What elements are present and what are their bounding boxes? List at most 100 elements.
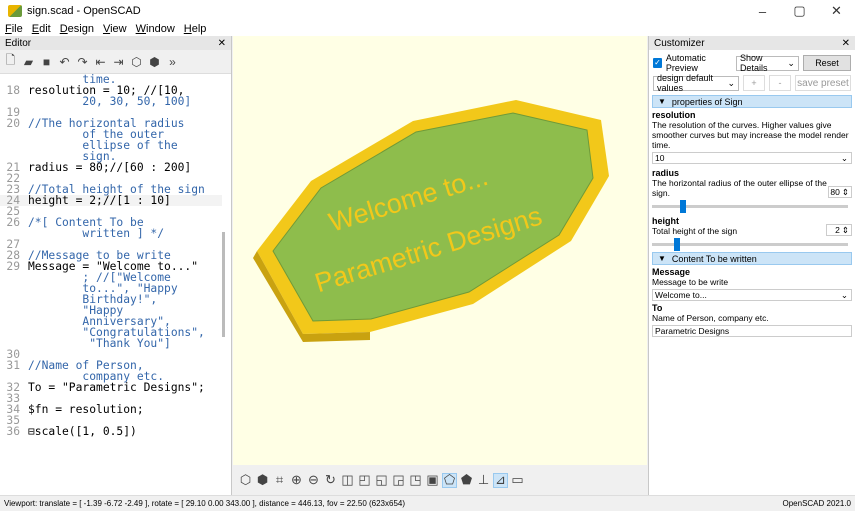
message-description: Message to be write <box>652 277 729 287</box>
indent-icon[interactable]: ⇥ <box>112 55 125 69</box>
view-left-icon[interactable]: ◲ <box>391 472 406 488</box>
radius-description: The horizontal radius of the outer ellip… <box>652 178 827 198</box>
line-number: 29 <box>6 260 20 273</box>
preview-icon[interactable]: ⬡ <box>238 472 253 488</box>
code-line[interactable]: 32 To = "Parametric Designs"; <box>0 382 222 393</box>
editor-close-button[interactable]: ✕ <box>218 38 226 49</box>
preview-icon[interactable]: ⬡ <box>130 55 143 69</box>
render-icon[interactable]: ⬢ <box>255 472 270 488</box>
line-number <box>0 305 28 316</box>
to-label: To <box>652 303 663 313</box>
chevron-down-icon: ⌄ <box>727 77 735 88</box>
view-front-icon[interactable]: ◳ <box>408 472 423 488</box>
view-right-icon[interactable]: ◫ <box>340 472 355 488</box>
code-line[interactable]: "Thank You"] <box>0 338 222 349</box>
render-icon[interactable]: ⬢ <box>148 55 161 69</box>
code-line[interactable]: 34 $fn = resolution; <box>0 404 222 415</box>
code-line[interactable]: 24 height = 2;//[1 : 10] <box>0 195 222 206</box>
customizer-header: Customizer ✕ <box>649 36 855 50</box>
height-slider[interactable] <box>652 237 848 251</box>
preset-select[interactable]: design default values ⌄ <box>653 73 739 93</box>
code-text: "Thank You"] <box>28 337 171 350</box>
triangle-down-icon: ▼ <box>658 254 666 263</box>
radius-label: radius <box>652 168 680 178</box>
show-axes-icon[interactable]: ⊥ <box>476 472 491 488</box>
perspective-icon[interactable]: ⬠ <box>442 472 457 488</box>
unindent-icon[interactable]: ⇤ <box>94 55 107 69</box>
minimize-button[interactable]: – <box>744 0 781 22</box>
radius-slider-thumb[interactable] <box>680 199 687 213</box>
section-header[interactable]: ▼ properties of Sign <box>652 95 852 108</box>
menu-help[interactable]: Help <box>184 23 207 35</box>
message-label: Message <box>652 267 691 277</box>
viewport-status: Viewport: translate = [ -1.39 -6.72 -2.4… <box>4 499 406 508</box>
status-bar: Viewport: translate = [ -1.39 -6.72 -2.4… <box>0 495 855 511</box>
view-all-icon[interactable]: ⌗ <box>272 472 287 488</box>
save-icon[interactable]: ■ <box>40 55 53 69</box>
automatic-preview-checkbox[interactable]: ✓ <box>653 58 662 68</box>
section-properties-of-sign: ▼ properties of Sign resolution The resol… <box>652 95 852 251</box>
editor-header: Editor ✕ <box>0 36 231 50</box>
customizer-close-button[interactable]: ✕ <box>842 38 850 49</box>
redo-icon[interactable]: ↷ <box>76 55 89 69</box>
show-scale-icon[interactable]: ⊿ <box>493 472 508 488</box>
radius-spinbox[interactable]: 80 ⇕ <box>828 186 852 198</box>
sign-render: Welcome to... Parametric Designs <box>253 100 609 342</box>
code-text: radius = 80;//[60 : 200] <box>28 161 192 174</box>
new-file-icon[interactable]: 🗋 <box>4 53 17 68</box>
resolution-description: The resolution of the curves. Higher val… <box>652 120 849 150</box>
zoom-out-icon[interactable]: ⊖ <box>306 472 321 488</box>
menu-edit[interactable]: Edit <box>32 23 51 35</box>
remove-preset-button[interactable]: - <box>769 75 791 91</box>
code-line[interactable]: 36 ⊟scale([1, 0.5]) <box>0 426 222 437</box>
triangle-down-icon: ▼ <box>658 97 666 106</box>
code-line[interactable]: 21 radius = 80;//[60 : 200] <box>0 162 222 173</box>
line-number: 36 <box>6 425 20 438</box>
code-text: ⊟scale([1, 0.5]) <box>28 425 137 438</box>
reset-view-icon[interactable]: ↻ <box>323 472 338 488</box>
view-top-icon[interactable]: ◰ <box>357 472 372 488</box>
3d-viewport[interactable]: Welcome to... Parametric Designs ⬡ ⬢ ⌗ ⊕… <box>233 36 647 495</box>
version-label: OpenSCAD 2021.0 <box>782 499 852 508</box>
code-editor[interactable]: time. 18 resolution = 10; //[10, 20, 30, 5… <box>0 74 222 495</box>
message-select[interactable]: Welcome to... ⌄ <box>652 289 852 301</box>
chevron-down-icon: ⌄ <box>840 290 848 300</box>
show-details-select[interactable]: Show Details ⌄ <box>735 53 799 73</box>
editor-toolbar: 🗋 ▰ ■ ↶ ↷ ⇤ ⇥ ⬡ ⬢ » <box>0 50 231 74</box>
line-number: 26 <box>6 216 20 229</box>
line-number <box>0 140 28 151</box>
title-bar: sign.scad - OpenSCAD – ▢ ✕ <box>0 0 855 22</box>
chevron-down-icon: ⌄ <box>787 57 795 68</box>
code-line[interactable]: written ] */ <box>0 228 222 239</box>
height-slider-thumb[interactable] <box>673 237 680 251</box>
height-spinbox[interactable]: 2 ⇕ <box>826 224 852 236</box>
menu-window[interactable]: Window <box>136 23 175 35</box>
line-number <box>0 283 28 294</box>
editor-title: Editor <box>5 37 32 49</box>
code-text: To = "Parametric Designs"; <box>28 381 205 394</box>
view-back-icon[interactable]: ▣ <box>425 472 440 488</box>
menu-design[interactable]: Design <box>60 23 94 35</box>
close-window-button[interactable]: ✕ <box>818 0 855 22</box>
orthogonal-icon[interactable]: ⬟ <box>459 472 474 488</box>
menu-view[interactable]: View <box>103 23 127 35</box>
menu-file[interactable]: File <box>5 23 23 35</box>
radius-slider[interactable] <box>652 199 848 213</box>
view-bottom-icon[interactable]: ◱ <box>374 472 389 488</box>
section-content-to-be-written: ▼ Content To be written Message Message t… <box>652 252 852 337</box>
code-line[interactable]: 20, 30, 50, 100] <box>0 96 222 107</box>
undo-icon[interactable]: ↶ <box>58 55 71 69</box>
reset-button[interactable]: Reset <box>802 55 851 71</box>
add-preset-button[interactable]: + <box>743 75 765 91</box>
maximize-button[interactable]: ▢ <box>781 0 818 22</box>
save-preset-button[interactable]: save preset <box>795 75 851 91</box>
resolution-select[interactable]: 10 ⌄ <box>652 152 852 164</box>
to-input[interactable]: Parametric Designs <box>652 325 852 337</box>
open-file-icon[interactable]: ▰ <box>22 55 35 69</box>
section-header[interactable]: ▼ Content To be written <box>652 252 852 265</box>
show-edges-icon[interactable]: ▭ <box>510 472 525 488</box>
editor-scrollbar[interactable] <box>222 232 225 337</box>
line-number <box>0 327 28 338</box>
zoom-in-icon[interactable]: ⊕ <box>289 472 304 488</box>
more-tools-icon[interactable]: » <box>166 55 179 69</box>
